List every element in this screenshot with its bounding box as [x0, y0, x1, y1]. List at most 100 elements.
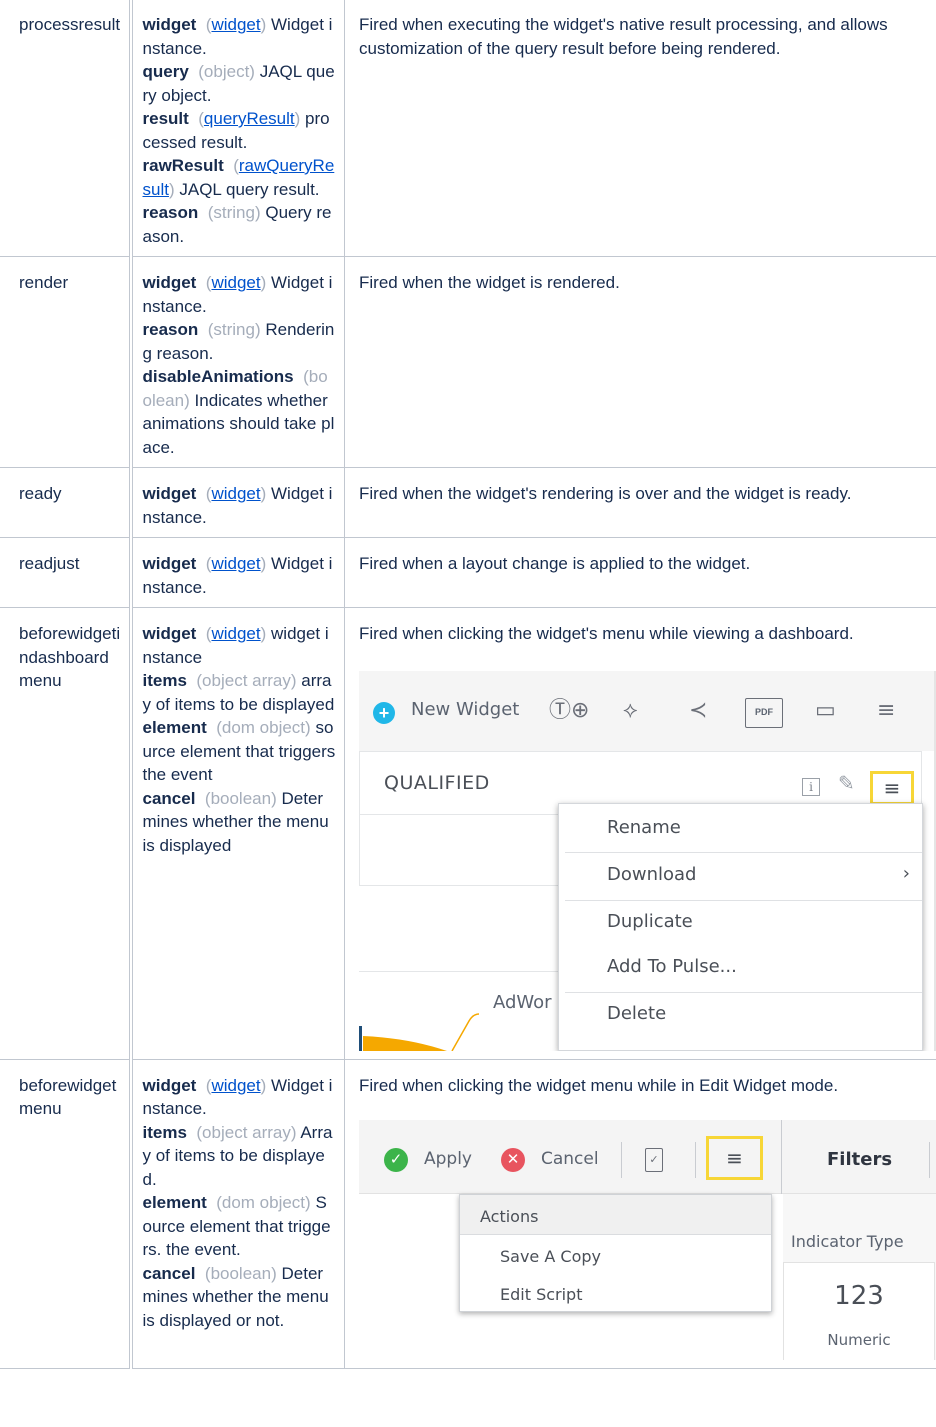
param-type-link[interactable]: queryResult: [204, 109, 295, 128]
event-name: render: [19, 273, 69, 292]
param-type-link[interactable]: widget: [211, 554, 260, 573]
param-type: (widget): [205, 554, 267, 573]
param-type: (dom object): [216, 718, 311, 737]
params-block: widget (widget) Widget instance. reason (…: [143, 271, 337, 459]
param-line: widget (widget) Widget instance.: [143, 1074, 337, 1121]
param-line: reason (string) Rendering reason.: [143, 318, 337, 365]
param-line: widget (widget) Widget instance.: [143, 271, 337, 318]
apply-button[interactable]: Apply: [424, 1148, 472, 1172]
event-name: processresult: [19, 15, 121, 34]
param-type: (boolean): [204, 1263, 277, 1283]
event-description: Fired when clicking the widget's menu wh…: [359, 624, 854, 643]
divider: [695, 1142, 696, 1178]
indicator-type-label: Indicator Type: [791, 1232, 904, 1251]
param-name: element: [142, 1193, 207, 1212]
events-table: processresult widget (widget) Widget inst…: [0, 0, 936, 1369]
check-circle-icon[interactable]: ✓: [384, 1148, 408, 1172]
param-line: element (dom object) source element that…: [143, 716, 337, 787]
indicator-type-option[interactable]: 123 Numeric: [783, 1262, 935, 1360]
menu-item-add-to-pulse[interactable]: Add To Pulse...: [607, 955, 737, 979]
event-description-cell: Fired when clicking the widget's menu wh…: [344, 607, 936, 1060]
event-name-cell: beforewidgetindashboardmenu: [0, 607, 131, 1060]
divider: [359, 970, 559, 972]
dashboard-toolbar: + New Widget Ⓣ⊕ ⟡ ≺ PDF ▭ ≡: [359, 670, 934, 751]
actions-menu: Actions Save A Copy Edit Script: [459, 1194, 772, 1312]
params-block: widget (widget) Widget instance.: [143, 552, 337, 599]
menu-item-edit-script[interactable]: Edit Script: [500, 1283, 582, 1307]
pencil-icon[interactable]: ✎: [838, 771, 855, 796]
event-name: ready: [19, 484, 62, 503]
menu-item-delete[interactable]: Delete: [607, 1002, 666, 1026]
menu-item-rename[interactable]: Rename: [607, 816, 681, 840]
param-type: (object array): [196, 671, 297, 690]
paint-bucket-icon[interactable]: ⟡: [623, 696, 638, 726]
cancel-button[interactable]: Cancel: [541, 1148, 599, 1172]
event-description: Fired when the widget's rendering is ove…: [359, 484, 852, 503]
param-line: cancel (boolean) Determines whether the …: [143, 787, 337, 858]
dashboard-widget-menu-screenshot: + New Widget Ⓣ⊕ ⟡ ≺ PDF ▭ ≡ QUALIFIED i …: [359, 670, 936, 1051]
x-circle-icon[interactable]: ✕: [501, 1148, 525, 1172]
menu-item-save-a-copy[interactable]: Save A Copy: [500, 1245, 601, 1269]
event-description-cell: Fired when executing the widget's native…: [344, 0, 936, 257]
chart-fragment: [359, 1012, 480, 1051]
text-add-icon[interactable]: Ⓣ⊕: [549, 696, 589, 726]
param-type-link[interactable]: widget: [211, 484, 260, 503]
new-widget-button[interactable]: New Widget: [411, 698, 519, 722]
param-name: query: [142, 62, 189, 81]
widget-menu-button[interactable]: ≡: [706, 1136, 763, 1180]
menu-item-duplicate[interactable]: Duplicate: [607, 910, 693, 934]
event-params-cell: widget (widget) Widget instance. items (o…: [128, 1058, 345, 1369]
param-name: widget: [142, 1075, 197, 1095]
param-line: rawResult (rawQueryResult) JAQL query re…: [143, 154, 337, 201]
param-description: JAQL query result.: [179, 179, 320, 199]
event-name-cell: ready: [0, 467, 131, 538]
event-row: ready widget (widget) Widget instance. Fir…: [0, 467, 936, 538]
param-type-link[interactable]: widget: [211, 273, 260, 292]
param-name: reason: [142, 320, 199, 339]
event-row: beforewidgetmenu widget (widget) Widget i…: [0, 1058, 936, 1369]
indicator-panel: Indicator Type 123 Numeric: [783, 1194, 936, 1360]
event-row: readjust widget (widget) Widget instance.…: [0, 537, 936, 608]
param-type-value: boolean: [210, 788, 272, 808]
filters-tab[interactable]: Filters: [827, 1148, 892, 1172]
param-type-value: boolean: [210, 1263, 272, 1283]
event-row: processresult widget (widget) Widget inst…: [0, 0, 936, 257]
divider: [621, 1142, 622, 1178]
param-line: widget (widget) widget instance: [143, 622, 337, 669]
param-type: (boolean): [204, 788, 277, 808]
document-check-icon[interactable]: ✓: [645, 1148, 663, 1172]
menu-header: Actions: [460, 1195, 771, 1235]
param-type: (widget): [205, 273, 267, 292]
param-type: (dom object): [216, 1193, 311, 1212]
pdf-icon[interactable]: PDF: [745, 697, 783, 728]
param-type-link[interactable]: widget: [211, 624, 260, 643]
param-name: widget: [142, 273, 197, 292]
divider: [565, 899, 922, 901]
param-name: widget: [142, 624, 197, 643]
widget-context-menu: Rename Download › Duplicate Add To Pulse…: [558, 802, 923, 1051]
event-row: beforewidgetindashboardmenu widget (widge…: [0, 607, 936, 1060]
info-icon[interactable]: i: [802, 777, 820, 796]
event-params-cell: widget (widget) Widget instance.: [128, 537, 345, 608]
event-name: beforewidgetmenu: [19, 1075, 117, 1119]
widget-menu-button[interactable]: ≡: [870, 770, 914, 805]
param-type-link[interactable]: widget: [211, 1076, 260, 1095]
params-block: widget (widget) Widget instance. items (o…: [143, 1074, 337, 1333]
param-type: (object): [198, 62, 255, 81]
param-type-link[interactable]: widget: [211, 15, 260, 34]
param-line: disableAnimations (boolean) Indicates wh…: [143, 365, 337, 459]
event-params-cell: widget (widget) Widget instance. reason (…: [128, 256, 345, 468]
event-name: readjust: [19, 554, 80, 573]
event-description-cell: Fired when clicking the widget menu whil…: [344, 1058, 936, 1369]
edit-toolbar: ✓ Apply ✕ Cancel ✓ ≡ Filters: [359, 1120, 936, 1194]
monitor-icon[interactable]: ▭: [815, 696, 836, 726]
event-name: beforewidgetindashboardmenu: [19, 624, 121, 690]
share-icon[interactable]: ≺: [689, 696, 707, 726]
plus-icon[interactable]: +: [373, 701, 395, 724]
param-line: reason (string) Query reason.: [143, 201, 337, 248]
param-line: query (object) JAQL query object.: [143, 60, 337, 107]
param-name: cancel: [142, 788, 196, 808]
menu-item-download[interactable]: Download: [607, 863, 696, 887]
event-name-cell: beforewidgetmenu: [0, 1058, 131, 1369]
hamburger-menu-icon[interactable]: ≡: [877, 696, 895, 726]
